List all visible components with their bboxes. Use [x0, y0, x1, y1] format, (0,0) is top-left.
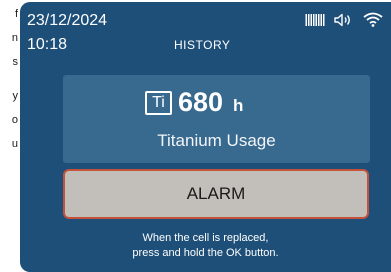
side-text-char: f: [14, 8, 18, 20]
instruction-line-1: When the cell is replaced,: [142, 232, 269, 244]
side-text-char: s: [12, 56, 19, 68]
element-symbol-badge: Ti: [145, 91, 172, 115]
time-display: 10:18: [27, 36, 68, 53]
wifi-icon: [363, 12, 383, 27]
battery-icon: [305, 13, 325, 27]
side-text-char: o: [11, 114, 18, 126]
usage-hours-unit: h: [233, 96, 244, 115]
side-text-char: n: [11, 32, 18, 44]
instruction-message: When the cell is replaced, press and hol…: [20, 231, 391, 261]
background-page-text: f n s y o u: [0, 0, 20, 272]
device-screen: 23/12/2024 10:18 HISTORY Ti 680 h Titani…: [20, 2, 391, 272]
instruction-line-2: press and hold the OK button.: [132, 247, 279, 259]
page-title: HISTORY: [174, 38, 231, 52]
date-display: 23/12/2024: [27, 12, 108, 29]
usage-label: Titanium Usage: [157, 131, 276, 150]
side-text-char: u: [11, 138, 18, 150]
alarm-button-label: ALARM: [186, 184, 246, 203]
usage-hours-value: 680: [178, 87, 224, 117]
alarm-button[interactable]: ALARM: [63, 169, 369, 219]
titanium-usage-card: Ti 680 h Titanium Usage: [63, 75, 370, 163]
status-bar: [305, 12, 383, 27]
side-text-char: y: [12, 90, 19, 102]
speaker-icon: [334, 13, 354, 27]
